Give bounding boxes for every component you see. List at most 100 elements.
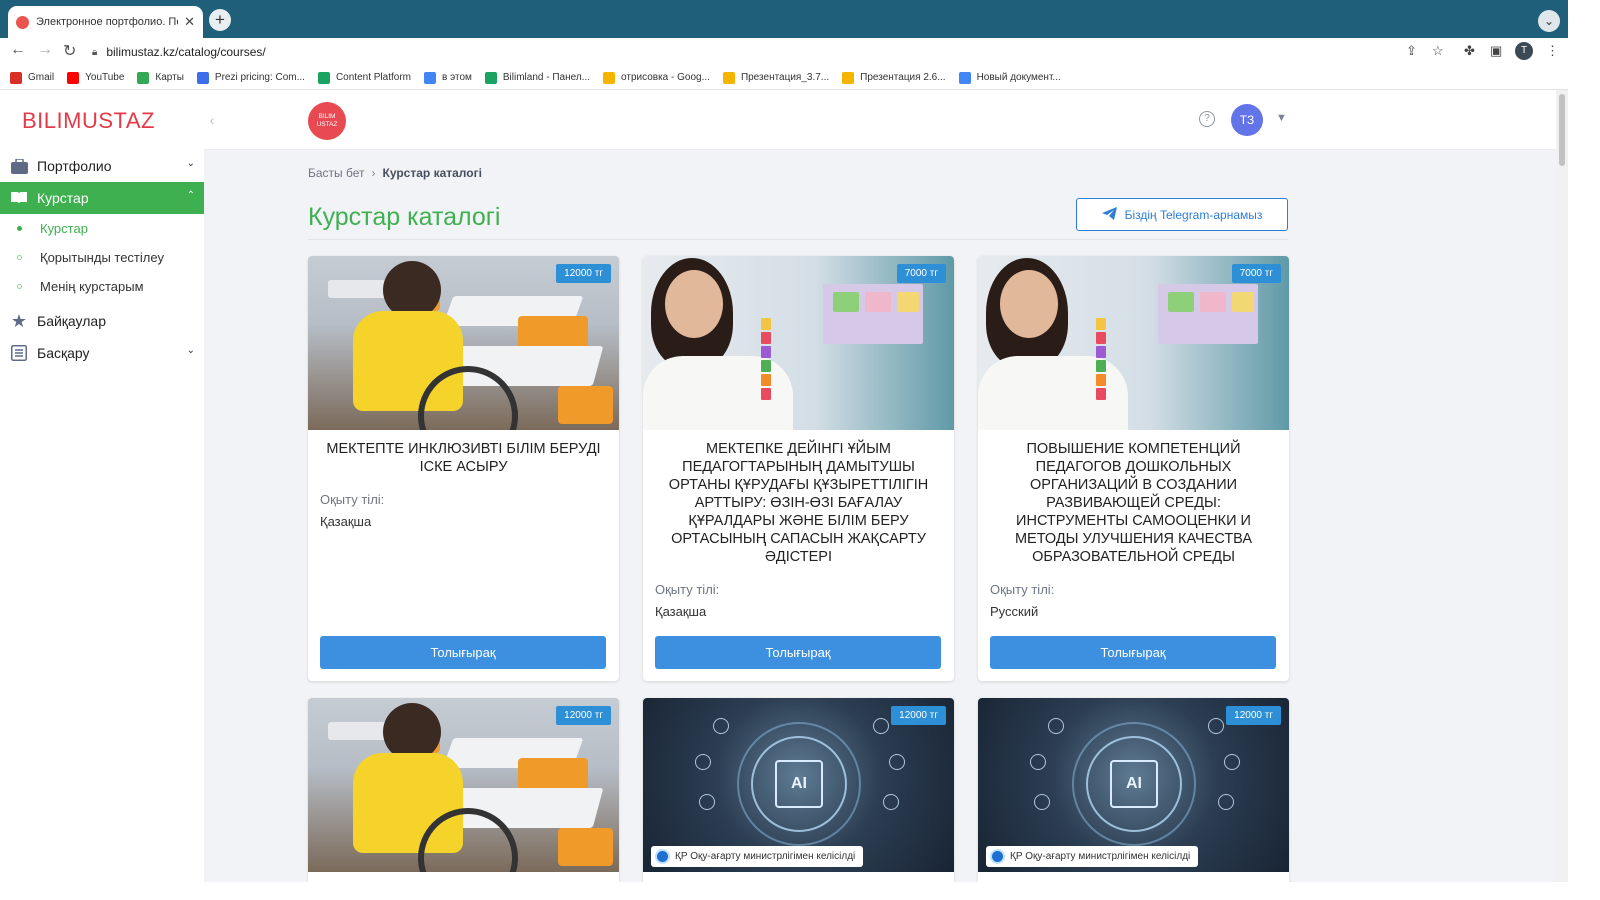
price-badge: 7000 тг — [896, 264, 946, 283]
bookmark-item[interactable]: Карты — [137, 71, 184, 84]
bookmark-label: Презентация_3.7... — [740, 72, 830, 83]
bookmark-favicon-icon — [317, 71, 330, 84]
chevron-up-icon: ⌃ — [186, 190, 195, 201]
extensions-puzzle-icon[interactable]: ✤ — [1464, 43, 1475, 59]
course-title[interactable]: Мектепке дейінгі ұйым педагогтарының дам… — [655, 440, 942, 566]
close-tab-icon[interactable]: ✕ — [184, 14, 195, 30]
bullet-icon — [17, 255, 22, 260]
bookmark-label: Gmail — [28, 72, 55, 83]
sidebar-subitem-label: Курстар — [40, 221, 88, 236]
course-image-ai[interactable]: AI 12000 тг ҚР Оқу-ағарту министрлігімен… — [643, 698, 954, 872]
ministry-badge-label: ҚР Оқу-ағарту министрлігімен келісілді — [1010, 851, 1191, 862]
bookmark-item[interactable]: отрисовка - Goog... — [603, 71, 710, 84]
share-icon[interactable]: ⇪ — [1406, 43, 1417, 59]
sidebar-item-management[interactable]: Басқару ⌄ — [0, 337, 204, 369]
chevron-right-icon: › — [371, 166, 376, 180]
course-title[interactable]: Повышение компетенций педагогов дошкольн… — [990, 440, 1277, 566]
bookmark-label: Prezi pricing: Com... — [214, 72, 305, 83]
bookmark-favicon-icon — [484, 71, 497, 84]
bookmark-favicon-icon — [842, 71, 855, 84]
chevron-down-icon: ⌄ — [186, 345, 195, 356]
course-image-classroom[interactable]: 12000 тг — [308, 256, 619, 430]
sidebar-item-portfolio[interactable]: Портфолио ⌄ — [0, 150, 204, 182]
course-image-teacher[interactable]: 7000 тг — [978, 256, 1289, 430]
course-image-classroom[interactable]: 12000 тг — [308, 698, 619, 872]
caret-down-icon[interactable]: ▼ — [1276, 112, 1287, 124]
forward-arrow-icon[interactable]: → — [37, 41, 53, 59]
bookmark-item[interactable]: Bilimland - Панел... — [484, 71, 591, 84]
ministry-seal-icon — [655, 849, 670, 864]
ministry-badge-label: ҚР Оқу-ағарту министрлігімен келісілді — [675, 851, 856, 862]
tab-search-chevron-icon[interactable]: ⌄ — [1538, 10, 1560, 32]
bilimustaz-badge-logo[interactable]: BILIM USTAZ — [308, 102, 346, 140]
telegram-channel-button[interactable]: Біздің Telegram-арнамыз — [1076, 198, 1288, 231]
back-arrow-icon[interactable]: ← — [10, 41, 26, 59]
reload-icon[interactable]: ↻ — [63, 41, 76, 61]
bookmark-star-icon[interactable]: ☆ — [1432, 43, 1444, 59]
url-field[interactable]: 🔒︎ bilimustaz.kz/catalog/courses/ — [92, 41, 1462, 63]
browser-profile-avatar[interactable]: T — [1515, 42, 1533, 60]
bookmark-label: Bilimland - Панел... — [502, 72, 591, 83]
bookmark-label: Презентация 2.6... — [860, 72, 946, 83]
bookmark-item[interactable]: Презентация_3.7... — [722, 71, 830, 84]
bookmark-item[interactable]: YouTube — [67, 71, 124, 84]
bookmark-favicon-icon — [722, 71, 735, 84]
sidebar-item-contests[interactable]: ★ Байқаулар — [0, 305, 204, 337]
bookmarks-bar: Gmail YouTube Карты Prezi pricing: Com... Co… — [0, 66, 1568, 90]
price-badge: 12000 тг — [556, 264, 611, 283]
details-button[interactable]: Толығырақ — [990, 636, 1276, 669]
course-card: AI 12000 тг ҚР Оқу-ағарту министрлігімен… — [978, 698, 1289, 882]
browser-menu-icon[interactable]: ⋮ — [1546, 43, 1559, 59]
sidebar-subitem-label: Менің курстарым — [40, 279, 144, 294]
book-icon — [10, 189, 28, 207]
bookmark-favicon-icon — [196, 71, 209, 84]
browser-tab[interactable]: Электронное портфолио. Под ✕ — [8, 6, 203, 38]
sidebar-item-label: Байқаулар — [37, 313, 106, 329]
course-card: AI 12000 тг ҚР Оқу-ағарту министрлігімен… — [643, 698, 954, 882]
bookmark-item[interactable]: Презентация 2.6... — [842, 71, 946, 84]
user-avatar[interactable]: ТЗ — [1231, 104, 1263, 136]
bookmark-item[interactable]: Content Platform — [317, 71, 411, 84]
language-value: Қазақша — [655, 604, 707, 619]
course-image-teacher[interactable]: 7000 тг — [643, 256, 954, 430]
sidebar-subitem-my-courses[interactable]: Менің курстарым — [0, 272, 204, 301]
details-button[interactable]: Толығырақ — [320, 636, 606, 669]
price-badge: 12000 тг — [556, 706, 611, 725]
language-value: Қазақша — [320, 514, 372, 529]
price-badge: 7000 тг — [1231, 264, 1281, 283]
sidebar-subitem-label: Қорытынды тестілеу — [40, 250, 164, 265]
bilimustaz-logo[interactable]: BILIMUSTAZ — [22, 108, 155, 134]
site-favicon-icon — [16, 15, 29, 29]
lock-icon: 🔒︎ — [92, 46, 98, 58]
bullet-icon — [17, 226, 22, 231]
page: BILIMUSTAZ Портфолио ⌄ Курстар ⌃ Курстар — [0, 90, 1568, 882]
details-button[interactable]: Толығырақ — [655, 636, 941, 669]
page-scrollbar[interactable] — [1556, 90, 1568, 882]
sidebar-subitem-final-test[interactable]: Қорытынды тестілеу — [0, 243, 204, 272]
sidebar-subitem-courses[interactable]: Курстар — [0, 214, 204, 243]
bookmark-item[interactable]: в этом — [424, 71, 472, 84]
bookmark-favicon-icon — [958, 71, 971, 84]
top-header: BILIM USTAZ ? ТЗ ▼ — [204, 90, 1568, 150]
course-card: 7000 тг Повышение компетенций педагогов … — [978, 256, 1289, 681]
new-tab-button[interactable]: + — [209, 9, 231, 31]
browser-tab-bar: Электронное портфолио. Под ✕ + ⌄ — [0, 0, 1568, 38]
sidebar-item-courses[interactable]: Курстар ⌃ — [0, 182, 204, 214]
course-title[interactable]: Мектепте инклюзивті білім беруді іске ас… — [320, 440, 607, 476]
help-icon[interactable]: ? — [1199, 111, 1215, 127]
scrollbar-thumb[interactable] — [1559, 94, 1565, 166]
url-text: bilimustaz.kz/catalog/courses/ — [106, 45, 266, 59]
bookmark-label: Content Platform — [335, 72, 411, 83]
bookmark-label: Новый документ... — [976, 72, 1061, 83]
breadcrumb-home-link[interactable]: Басты бет — [308, 166, 365, 180]
star-icon: ★ — [10, 310, 28, 331]
bookmark-favicon-icon — [424, 71, 436, 84]
list-icon — [10, 344, 28, 362]
bookmark-item[interactable]: Новый документ... — [958, 71, 1061, 84]
title-divider — [308, 239, 1288, 240]
bookmark-item[interactable]: Gmail — [10, 71, 55, 84]
course-image-ai[interactable]: AI 12000 тг ҚР Оқу-ағарту министрлігімен… — [978, 698, 1289, 872]
ministry-approved-badge: ҚР Оқу-ағарту министрлігімен келісілді — [986, 846, 1199, 867]
side-panel-icon[interactable]: ▣ — [1490, 43, 1502, 59]
bookmark-item[interactable]: Prezi pricing: Com... — [196, 71, 305, 84]
